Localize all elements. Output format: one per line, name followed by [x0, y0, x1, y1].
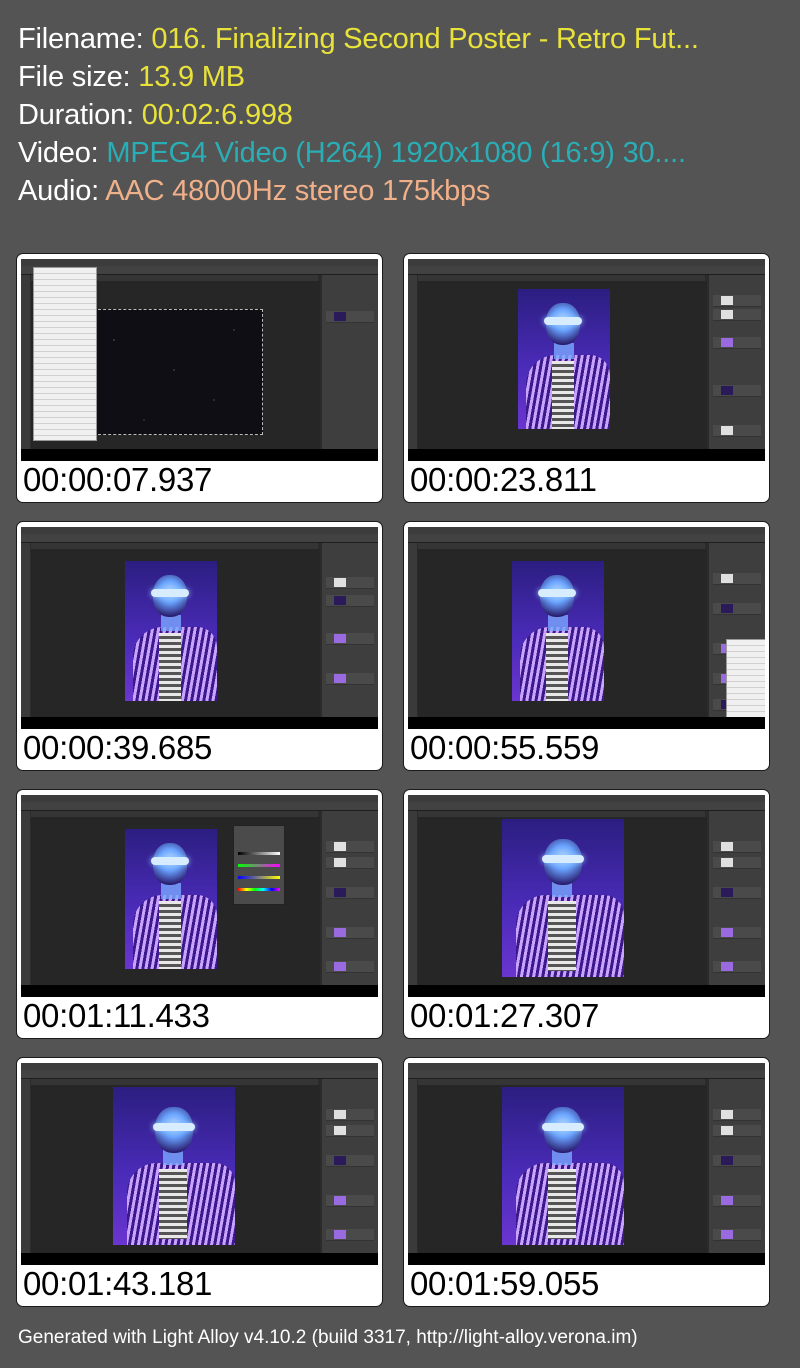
thumbnail-timestamp: 00:01:43.181: [23, 1265, 213, 1302]
thumbnail-card[interactable]: 00:01:11.433: [16, 789, 383, 1039]
thumbnail-card[interactable]: 00:00:39.685: [16, 521, 383, 771]
screenshot-thumbnail: [21, 527, 378, 729]
generator-footer: Generated with Light Alloy v4.10.2 (buil…: [18, 1327, 638, 1348]
retro-poster: [125, 561, 217, 701]
thumbnail-timestamp: 00:01:27.307: [410, 997, 600, 1034]
thumbnail-timestamp: 00:00:23.811: [410, 461, 597, 498]
thumbnail-card[interactable]: 00:01:43.181: [16, 1057, 383, 1307]
thumbnail-timestamp: 00:01:11.433: [23, 997, 210, 1034]
screenshot-thumbnail: [408, 795, 765, 997]
screenshot-thumbnail: [21, 795, 378, 997]
thumbnail-timestamp: 00:00:39.685: [23, 729, 213, 766]
thumbnail-card[interactable]: 00:01:27.307: [403, 789, 770, 1039]
screenshot-thumbnail: [21, 259, 378, 461]
screenshot-thumbnail: [408, 259, 765, 461]
retro-poster: [113, 1087, 235, 1245]
retro-poster: [518, 289, 610, 429]
screenshot-thumbnail: [408, 1063, 765, 1265]
thumbnail-card[interactable]: 00:00:23.811: [403, 253, 770, 503]
edit-menu: [33, 267, 97, 441]
retro-poster: [502, 1087, 624, 1245]
properties-panel: [233, 825, 285, 905]
context-menu: [726, 639, 765, 721]
retro-poster: [512, 561, 604, 701]
starfield-canvas: [93, 309, 263, 435]
retro-poster: [502, 819, 624, 977]
retro-poster: [125, 829, 217, 969]
screenshot-thumbnail: [21, 1063, 378, 1265]
thumbnail-timestamp: 00:00:55.559: [410, 729, 600, 766]
thumbnail-timestamp: 00:01:59.055: [410, 1265, 600, 1302]
thumbnail-card[interactable]: 00:00:07.937: [16, 253, 383, 503]
thumbnail-grid: 00:00:07.937 00:00:23.811 00:00:39.685 0…: [0, 0, 800, 1368]
thumbnail-card[interactable]: 00:01:59.055: [403, 1057, 770, 1307]
thumbnail-timestamp: 00:00:07.937: [23, 461, 213, 498]
screenshot-thumbnail: [408, 527, 765, 729]
thumbnail-card[interactable]: 00:00:55.559: [403, 521, 770, 771]
